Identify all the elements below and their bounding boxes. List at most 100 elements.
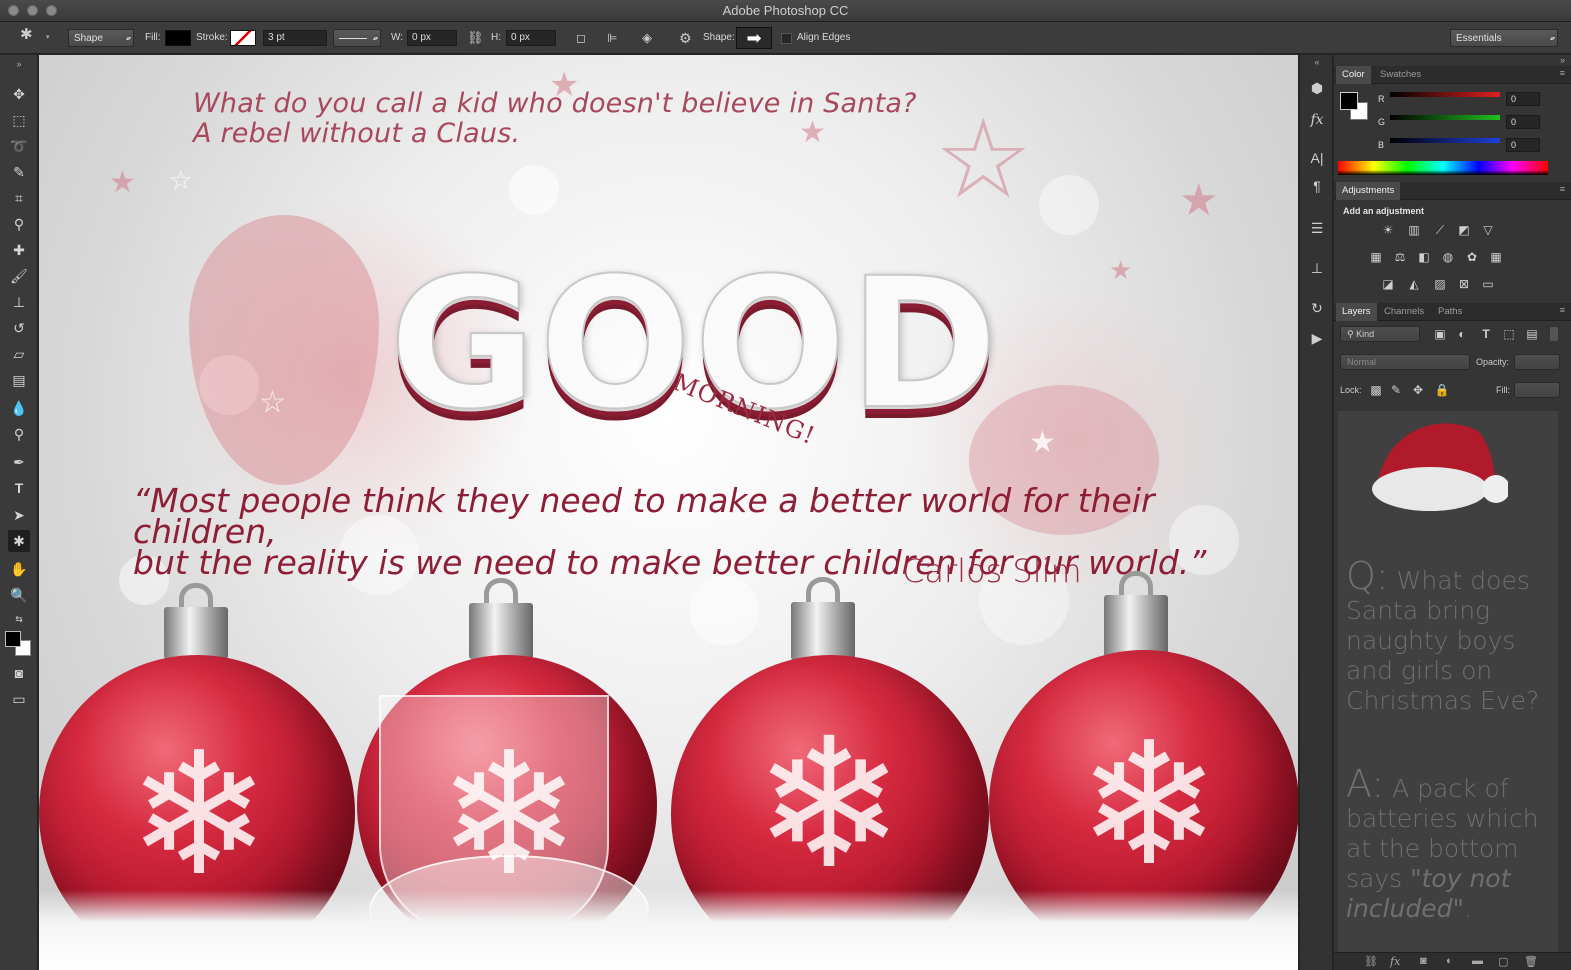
styles-fx-icon[interactable]: fx bbox=[1306, 109, 1328, 131]
type-tool-icon[interactable]: T bbox=[8, 477, 30, 499]
new-layer-icon[interactable]: ▢ bbox=[1498, 955, 1508, 968]
tab-layers[interactable]: Layers bbox=[1336, 303, 1377, 321]
tab-swatches[interactable]: Swatches bbox=[1374, 66, 1427, 84]
crop-tool-icon[interactable]: ⌗ bbox=[8, 187, 30, 209]
tab-paths[interactable]: Paths bbox=[1432, 303, 1468, 321]
path-arrangement-icon[interactable]: ◈ bbox=[642, 29, 652, 47]
g-channel-slider[interactable] bbox=[1390, 115, 1500, 120]
foreground-color-swatch[interactable] bbox=[5, 631, 21, 647]
lock-all-icon[interactable]: 🔒 bbox=[1434, 383, 1450, 397]
custom-shape-tool-icon[interactable]: ✱ bbox=[20, 26, 33, 44]
history-brush-tool-icon[interactable]: ↺ bbox=[8, 317, 30, 339]
panel-menu-icon[interactable]: ≡ bbox=[1560, 184, 1565, 194]
3d-panel-icon[interactable]: ⬢ bbox=[1306, 77, 1328, 99]
color-balance-icon[interactable]: ⚖ bbox=[1392, 250, 1408, 264]
collapse-toolbar-icon[interactable]: » bbox=[8, 59, 30, 69]
path-operations-icon[interactable]: ◻ bbox=[576, 29, 586, 47]
screen-mode-icon[interactable]: ▭ bbox=[8, 688, 30, 710]
new-adjustment-layer-icon[interactable]: ◐ bbox=[1446, 955, 1453, 967]
selective-color-icon[interactable]: ⊠ bbox=[1456, 277, 1472, 291]
black-white-icon[interactable]: ◧ bbox=[1416, 250, 1432, 264]
panel-menu-icon[interactable]: ≡ bbox=[1560, 305, 1565, 315]
healing-brush-tool-icon[interactable]: ✚ bbox=[8, 239, 30, 261]
link-layers-icon[interactable]: ⛓ bbox=[1364, 955, 1378, 968]
g-channel-field[interactable]: 0 bbox=[1506, 115, 1540, 129]
clone-source-icon[interactable]: ⊥ bbox=[1306, 257, 1328, 279]
layer-preview-area[interactable]: Q: What does Santa bring naughty boys an… bbox=[1338, 411, 1558, 956]
path-alignment-icon[interactable]: ⊫ bbox=[607, 29, 617, 47]
exposure-icon[interactable]: ◩ bbox=[1456, 223, 1472, 237]
tab-adjustments[interactable]: Adjustments bbox=[1336, 182, 1401, 200]
lasso-tool-icon[interactable]: ➰ bbox=[8, 135, 30, 157]
history-panel-icon[interactable]: ↻ bbox=[1306, 297, 1328, 319]
expand-dock-icon[interactable]: « bbox=[1306, 57, 1328, 67]
invert-icon[interactable]: ◪ bbox=[1380, 277, 1396, 291]
lock-position-icon[interactable]: ✥ bbox=[1410, 383, 1426, 397]
stroke-type-dropdown[interactable] bbox=[333, 29, 381, 48]
layer-style-fx-icon[interactable]: fx bbox=[1390, 955, 1400, 968]
character-panel-icon[interactable]: A| bbox=[1306, 147, 1328, 169]
color-foreground-swatch[interactable] bbox=[1340, 92, 1358, 110]
brightness-contrast-icon[interactable]: ☀ bbox=[1380, 223, 1396, 237]
width-field[interactable]: 0 px bbox=[407, 30, 457, 46]
blur-tool-icon[interactable]: 💧 bbox=[8, 397, 30, 419]
hand-tool-icon[interactable]: ✋ bbox=[8, 558, 30, 580]
eraser-tool-icon[interactable]: ▱ bbox=[8, 343, 30, 365]
filter-toggle-switch[interactable] bbox=[1550, 327, 1558, 341]
levels-icon[interactable]: ▥ bbox=[1406, 223, 1422, 237]
gradient-map-icon[interactable]: ▭ bbox=[1480, 277, 1496, 291]
workspace-dropdown[interactable]: Essentials bbox=[1450, 29, 1558, 48]
lock-image-icon[interactable]: ✎ bbox=[1388, 383, 1404, 397]
curves-icon[interactable]: ⟋ bbox=[1432, 223, 1448, 237]
filter-smart-object-icon[interactable]: ▤ bbox=[1524, 327, 1540, 341]
custom-shape-tool-active-icon[interactable]: ✱ bbox=[8, 530, 30, 552]
blend-mode-dropdown[interactable]: Normal bbox=[1340, 354, 1470, 370]
opacity-field[interactable] bbox=[1514, 354, 1560, 370]
brush-settings-icon[interactable]: ☰ bbox=[1306, 217, 1328, 239]
tool-preset-chevron-icon[interactable]: ▾ bbox=[46, 29, 50, 47]
b-channel-slider[interactable] bbox=[1390, 138, 1500, 143]
filter-type-icon[interactable]: T bbox=[1478, 327, 1494, 341]
eyedropper-tool-icon[interactable]: ⚲ bbox=[8, 213, 30, 235]
zoom-tool-icon[interactable]: 🔍 bbox=[8, 584, 30, 606]
link-icon[interactable]: ⛓ bbox=[467, 29, 484, 47]
height-field[interactable]: 0 px bbox=[506, 30, 556, 46]
lock-transparent-icon[interactable]: ▩ bbox=[1368, 383, 1384, 397]
brush-tool-icon[interactable]: 🖌 bbox=[8, 265, 30, 287]
layer-filter-kind-dropdown[interactable]: ⚲ Kind bbox=[1340, 326, 1420, 342]
actions-play-icon[interactable]: ▶ bbox=[1306, 327, 1328, 349]
marquee-tool-icon[interactable]: ⬚ bbox=[8, 109, 30, 131]
panel-menu-icon[interactable]: ≡ bbox=[1560, 68, 1565, 78]
photo-filter-icon[interactable]: ◍ bbox=[1440, 250, 1456, 264]
color-lookup-icon[interactable]: ▦ bbox=[1488, 250, 1504, 264]
stroke-swatch[interactable] bbox=[230, 30, 256, 46]
add-mask-icon[interactable]: ◙ bbox=[1420, 955, 1427, 967]
swap-colors-icon[interactable]: ⇆ bbox=[8, 608, 30, 630]
filter-pixel-icon[interactable]: ▣ bbox=[1432, 327, 1448, 341]
threshold-icon[interactable]: ▨ bbox=[1432, 277, 1448, 291]
r-channel-field[interactable]: 0 bbox=[1506, 92, 1540, 106]
stroke-width-field[interactable]: 3 pt bbox=[263, 30, 327, 46]
b-channel-field[interactable]: 0 bbox=[1506, 138, 1540, 152]
pen-tool-icon[interactable]: ✒ bbox=[8, 451, 30, 473]
posterize-icon[interactable]: ◭ bbox=[1406, 277, 1422, 291]
dodge-tool-icon[interactable]: ⚲ bbox=[8, 423, 30, 445]
r-channel-slider[interactable] bbox=[1390, 92, 1500, 97]
fill-swatch[interactable] bbox=[165, 30, 191, 46]
channel-mixer-icon[interactable]: ✿ bbox=[1464, 250, 1480, 264]
move-tool-icon[interactable]: ✥ bbox=[8, 83, 30, 105]
delete-layer-icon[interactable]: 🗑 bbox=[1524, 955, 1538, 968]
document-canvas[interactable]: ★ ☆ ★ ☆ ★ ★ ★ ☆ ★ What do you call a kid… bbox=[39, 55, 1298, 970]
gradient-tool-icon[interactable]: ▤ bbox=[8, 369, 30, 391]
tab-channels[interactable]: Channels bbox=[1378, 303, 1430, 321]
align-edges-checkbox[interactable] bbox=[781, 33, 792, 44]
path-selection-tool-icon[interactable]: ➤ bbox=[8, 504, 30, 526]
vibrance-icon[interactable]: ▽ bbox=[1480, 223, 1496, 237]
gear-icon[interactable]: ⚙ bbox=[679, 29, 692, 47]
quick-mask-icon[interactable]: ◙ bbox=[8, 662, 30, 684]
paragraph-panel-icon[interactable]: ¶ bbox=[1306, 175, 1328, 197]
fill-field[interactable] bbox=[1514, 382, 1560, 398]
quick-selection-tool-icon[interactable]: ✎ bbox=[8, 161, 30, 183]
hue-saturation-icon[interactable]: ▦ bbox=[1368, 250, 1384, 264]
filter-adjustment-icon[interactable]: ◐ bbox=[1454, 327, 1470, 341]
